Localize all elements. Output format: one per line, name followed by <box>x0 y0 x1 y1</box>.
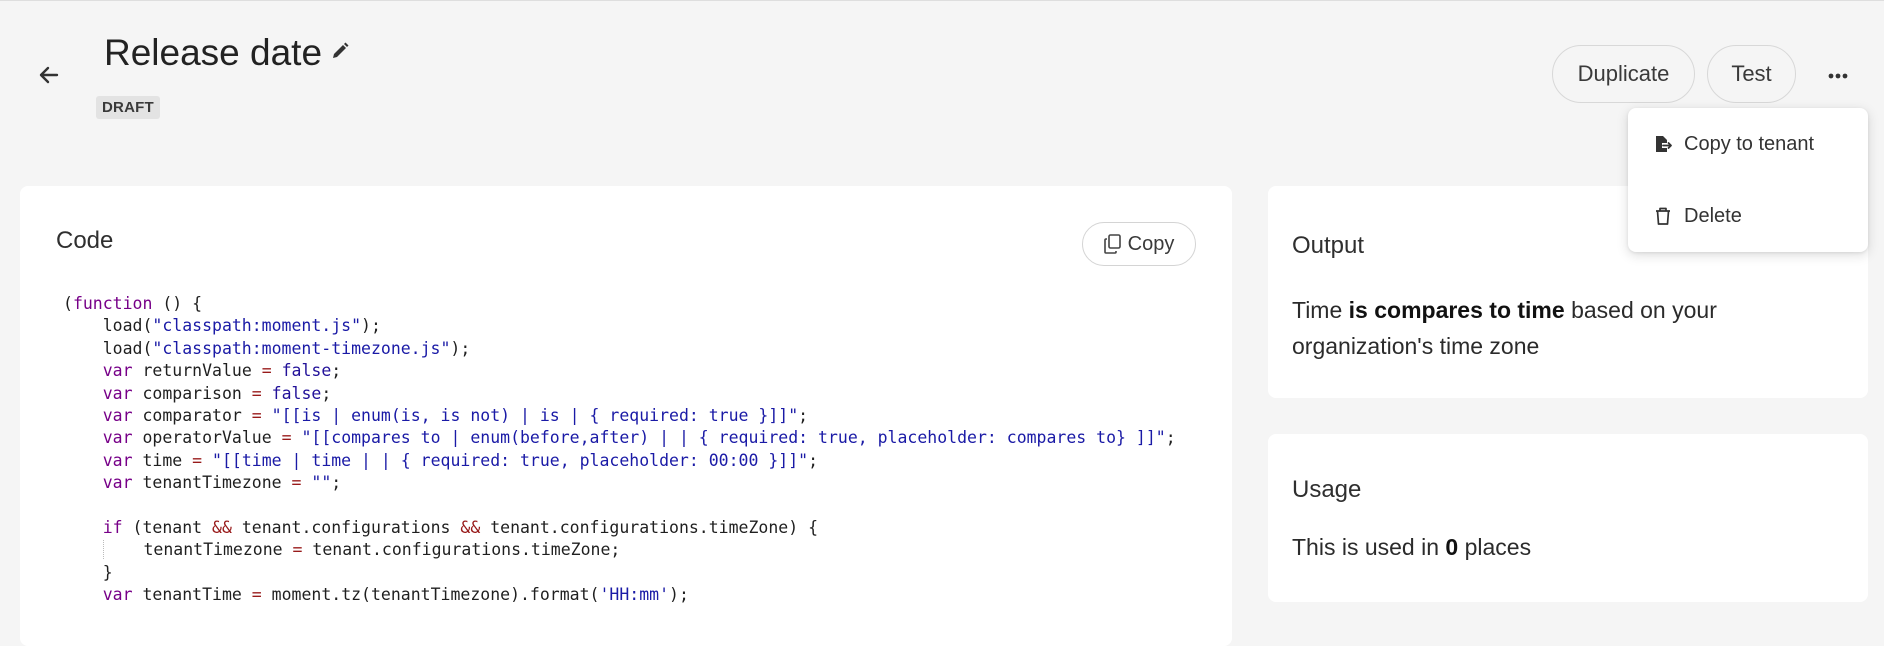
output-text-bold: is compares to time <box>1348 297 1565 323</box>
trash-icon <box>1652 205 1674 227</box>
code-line: var comparison = false; <box>102 383 332 403</box>
code-line: load("classpath:moment-timezone.js"); <box>63 338 471 358</box>
code-editor[interactable]: (function () { load("classpath:moment.js… <box>63 293 1176 606</box>
page-title: Release date <box>104 32 323 73</box>
menu-item-label: Copy to tenant <box>1684 132 1815 155</box>
duplicate-button[interactable]: Duplicate <box>1552 45 1695 103</box>
edit-title-button[interactable] <box>330 41 354 65</box>
code-line: load("classpath:moment.js"); <box>63 316 381 336</box>
usage-card: Usage This is used in 0 places <box>1268 434 1868 602</box>
code-line: var returnValue = false; <box>102 361 342 381</box>
code-line: (function () { <box>63 294 203 313</box>
code-line: var comparator = "[[is | enum(is, is not… <box>102 405 809 425</box>
copy-label: Copy <box>1127 232 1175 255</box>
code-line: } <box>63 562 113 582</box>
back-button[interactable] <box>34 60 64 90</box>
code-line: var tenantTimezone = ""; <box>102 473 342 493</box>
status-badge: DRAFT <box>96 96 160 119</box>
more-options-menu: Copy to tenant Delete <box>1628 108 1868 252</box>
usage-count: 0 <box>1445 534 1459 560</box>
menu-item-label: Delete <box>1684 204 1742 227</box>
code-line: var operatorValue = "[[compares to | enu… <box>102 428 1176 448</box>
code-line: tenantTimezone = tenant.configurations.t… <box>63 539 1176 561</box>
code-card: Code Copy (function () { load("classpath… <box>20 186 1232 646</box>
usage-text-prefix: This is used in <box>1292 534 1446 560</box>
code-line: var time = "[[time | time | | { required… <box>102 450 819 470</box>
output-text-prefix: Time <box>1292 297 1349 323</box>
more-options-button[interactable] <box>1822 60 1854 92</box>
back-arrow-icon <box>39 66 59 84</box>
usage-card-title: Usage <box>1292 476 1362 503</box>
code-line: if (tenant && tenant.configurations && t… <box>102 517 819 537</box>
usage-text: This is used in 0 places <box>1292 534 1531 561</box>
top-divider <box>0 0 1884 1</box>
output-card-title: Output <box>1292 232 1365 259</box>
file-export-icon <box>1652 133 1674 155</box>
menu-item-delete[interactable]: Delete <box>1628 186 1868 246</box>
code-card-title: Code <box>56 227 114 254</box>
output-text: Time is compares to time based on your o… <box>1292 292 1732 364</box>
test-button[interactable]: Test <box>1707 45 1796 103</box>
copy-icon <box>1103 234 1121 254</box>
usage-text-suffix: places <box>1458 534 1532 560</box>
code-line: var tenantTime = moment.tz(tenantTimezon… <box>102 585 689 605</box>
copy-code-button[interactable]: Copy <box>1082 222 1196 266</box>
pencil-icon <box>333 42 349 58</box>
ellipsis-icon <box>1828 73 1848 79</box>
menu-item-copy-to-tenant[interactable]: Copy to tenant <box>1628 114 1868 174</box>
